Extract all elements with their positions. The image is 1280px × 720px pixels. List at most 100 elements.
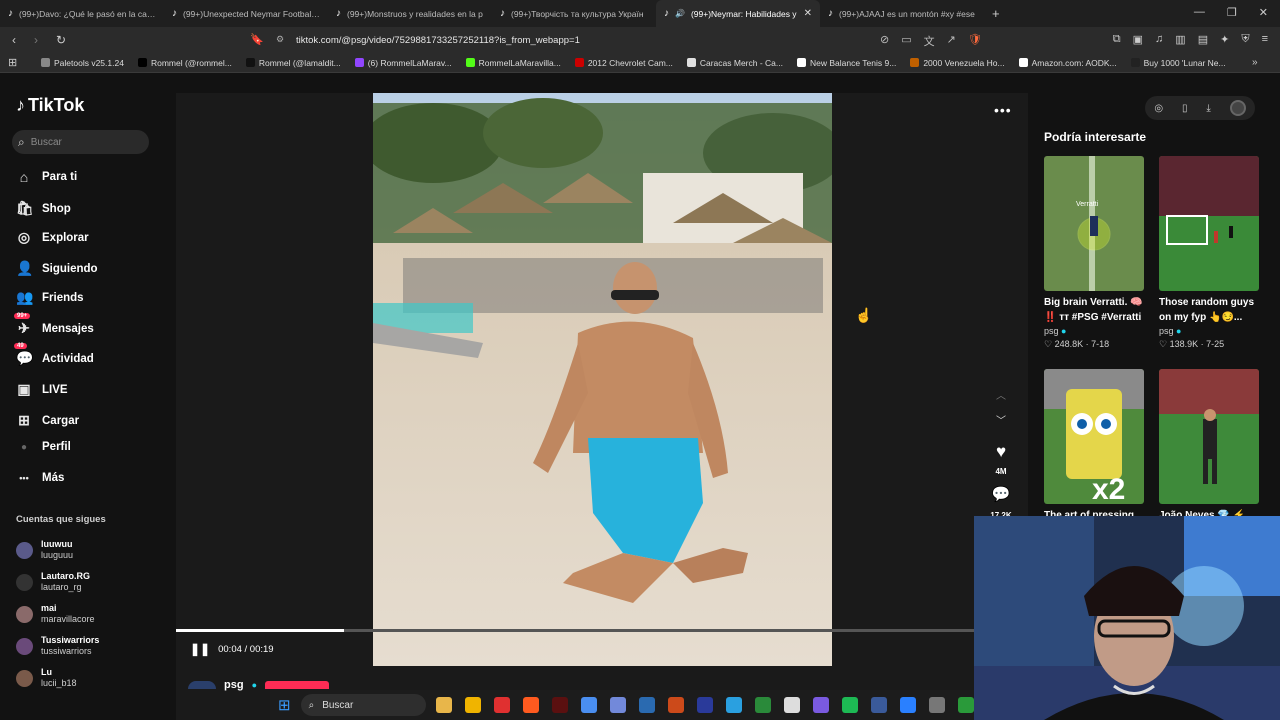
- bookmark-item[interactable]: New Balance Tenis 9...: [792, 58, 901, 68]
- nvidia-icon[interactable]: [755, 697, 771, 713]
- discord-icon[interactable]: [610, 697, 626, 713]
- bookmark-item[interactable]: 2012 Chevrolet Cam...: [570, 58, 678, 68]
- nav-item-cargar[interactable]: ⊞ Cargar: [16, 412, 79, 429]
- steam-icon[interactable]: [639, 697, 655, 713]
- site-info-icon[interactable]: ⚙: [276, 34, 284, 45]
- minimize-icon[interactable]: —: [1194, 6, 1205, 19]
- nav-item-ms[interactable]: ••• Más: [16, 472, 64, 484]
- recommended-card[interactable]: x2 The art of pressing: [1044, 369, 1144, 518]
- reload-icon[interactable]: ↻: [56, 33, 66, 47]
- nav-item-explorar[interactable]: ◎ Explorar: [16, 229, 89, 246]
- browser-tab[interactable]: ♪ (99+)Davo: ¿Qué le pasó en la cara?: [0, 0, 164, 27]
- bookmark-item[interactable]: Caracas Merch - Ca...: [682, 58, 788, 68]
- wallet-icon[interactable]: ▣: [1133, 33, 1143, 46]
- recommended-card[interactable]: Verratti Big brain Verratti. 🧠 ‼️ тт #PS…: [1044, 156, 1144, 351]
- followed-account[interactable]: luuwuu luuguuu: [16, 539, 73, 561]
- tiktok-logo[interactable]: ♪ TikTok: [16, 95, 84, 116]
- sidebar-toggle-icon[interactable]: ▥: [1175, 33, 1185, 46]
- bookmarks-overflow-icon[interactable]: »: [1252, 57, 1258, 68]
- app-icon[interactable]: [552, 697, 568, 713]
- browser-tab[interactable]: ♪ (99+)Творчість та культура Україн: [492, 0, 656, 27]
- nav-item-parati[interactable]: ⌂ Para ti: [16, 169, 77, 185]
- cast-icon[interactable]: ▭: [901, 33, 911, 49]
- bookmark-item[interactable]: Amazon.com: AODK...: [1014, 58, 1122, 68]
- bookmark-item[interactable]: Rommel (@lamaldit...: [241, 58, 346, 68]
- reading-icon[interactable]: ▤: [1198, 33, 1208, 46]
- premiere-icon[interactable]: [697, 697, 713, 713]
- bookmark-item[interactable]: Paletools v25.1.24: [36, 58, 129, 68]
- audio-playing-icon[interactable]: 🔊: [675, 9, 685, 18]
- extensions-icon[interactable]: ⧉: [1113, 33, 1121, 46]
- nav-item-shop[interactable]: 🛍 Shop: [16, 200, 71, 217]
- browser-tab[interactable]: ♪ (99+)AJAAJ es un montón #xy #ese: [820, 0, 984, 27]
- restore-icon[interactable]: ❐: [1227, 6, 1237, 19]
- nav-item-mensajes[interactable]: ✈ 99+ Mensajes: [14, 313, 94, 337]
- app-icon[interactable]: [784, 697, 800, 713]
- close-window-icon[interactable]: ✕: [1259, 6, 1268, 19]
- explore-icon[interactable]: ◎: [1154, 103, 1163, 114]
- search-input[interactable]: ⌕ Buscar: [12, 130, 149, 154]
- translate-icon[interactable]: 文: [924, 33, 935, 49]
- app-icon[interactable]: [871, 697, 887, 713]
- nav-item-live[interactable]: ▣ LIVE: [16, 381, 67, 398]
- device-icon[interactable]: ▯: [1182, 103, 1188, 114]
- illustrator-icon[interactable]: [668, 697, 684, 713]
- brave-shield-icon[interactable]: 🛡: [968, 33, 982, 49]
- windows-start-icon[interactable]: ⊞: [278, 696, 291, 714]
- app-icon[interactable]: [900, 697, 916, 713]
- account-avatar[interactable]: [1229, 100, 1246, 116]
- comment-icon[interactable]: 💬: [991, 485, 1011, 503]
- progress-bar[interactable]: [176, 629, 974, 632]
- share-icon[interactable]: ↗: [947, 33, 956, 49]
- bookmark-icon[interactable]: 🔖: [250, 33, 264, 46]
- brave-icon[interactable]: [523, 697, 539, 713]
- next-video-icon[interactable]: ﹀: [991, 412, 1011, 427]
- followed-account[interactable]: Lu lucii_b18: [16, 667, 77, 689]
- taskbar-search[interactable]: ⌕ Buscar: [300, 694, 426, 716]
- author-avatar[interactable]: [188, 681, 216, 689]
- browser-tab[interactable]: ♪ (99+)Monstruos y realidades en la p: [328, 0, 492, 27]
- leo-icon[interactable]: ✦: [1220, 33, 1229, 46]
- no-track-icon[interactable]: ⊘: [880, 33, 889, 49]
- download-icon[interactable]: ⤓: [1206, 103, 1210, 114]
- apps-grid-icon[interactable]: ⊞: [8, 56, 17, 69]
- bookmark-item[interactable]: Rommel (@rommel...: [133, 58, 237, 68]
- pause-icon[interactable]: ❚❚: [190, 642, 210, 656]
- bookmark-item[interactable]: Buy 1000 'Lunar Ne...: [1126, 58, 1231, 68]
- recommended-card[interactable]: Those random guys on my fyp 👆😏... psg ● …: [1159, 156, 1259, 351]
- file-explorer-icon[interactable]: [465, 697, 481, 713]
- new-tab-icon[interactable]: +: [992, 6, 1000, 21]
- browser-tab[interactable]: ♪ 🔊 (99+)Neymar: Habilidades y ✕: [656, 0, 820, 27]
- more-options-icon[interactable]: •••: [994, 102, 1012, 118]
- widgets-icon[interactable]: [436, 697, 452, 713]
- author-name[interactable]: psg: [224, 679, 244, 691]
- opera-icon[interactable]: [494, 697, 510, 713]
- photoshop-icon[interactable]: [726, 697, 742, 713]
- vpn-icon[interactable]: ⛨: [1241, 33, 1249, 46]
- close-tab-icon[interactable]: ✕: [804, 8, 812, 19]
- forward-icon[interactable]: ›: [34, 33, 44, 47]
- browser-tab[interactable]: ♪ (99+)Unexpected Neymar Football E: [164, 0, 328, 27]
- previous-video-icon[interactable]: ︿: [991, 387, 1011, 402]
- copilot-icon[interactable]: [813, 697, 829, 713]
- followed-account[interactable]: Tussiwarriors tussiwarriors: [16, 635, 99, 657]
- bookmark-item[interactable]: 2000 Venezuela Ho...: [905, 58, 1009, 68]
- bookmark-item[interactable]: (6) RommelLaMarav...: [350, 58, 457, 68]
- video-player[interactable]: [373, 93, 832, 666]
- recommended-card[interactable]: João Neves 💎 ⚡: [1159, 369, 1259, 518]
- menu-icon[interactable]: ≡: [1262, 33, 1268, 46]
- nav-item-friends[interactable]: 👥 Friends: [16, 289, 84, 306]
- bookmark-item[interactable]: RommelLaMaravilla...: [461, 58, 566, 68]
- nav-item-perfil[interactable]: ● Perfil: [16, 441, 71, 453]
- music-icon[interactable]: ♫: [1155, 33, 1163, 46]
- nav-item-siguiendo[interactable]: 👤 Siguiendo: [16, 260, 98, 277]
- app-icon[interactable]: [958, 697, 974, 713]
- followed-account[interactable]: mai maravillacore: [16, 603, 95, 625]
- back-icon[interactable]: ‹: [12, 33, 22, 47]
- app-icon[interactable]: [929, 697, 945, 713]
- chrome-icon[interactable]: [581, 697, 597, 713]
- nav-item-actividad[interactable]: 💬 49 Actividad: [14, 343, 94, 367]
- follow-button[interactable]: [265, 681, 329, 689]
- like-icon[interactable]: ♥: [991, 442, 1011, 462]
- followed-account[interactable]: Lautaro.RG lautaro_rg: [16, 571, 90, 593]
